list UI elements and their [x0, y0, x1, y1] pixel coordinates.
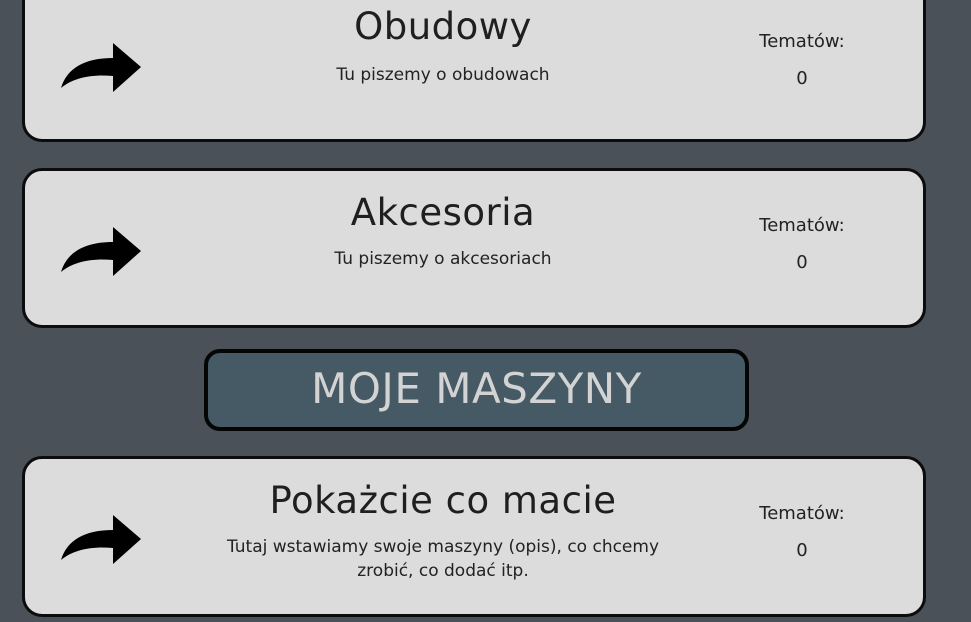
forum-card-akcesoria[interactable]: Akcesoria Tu piszemy o akcesoriach Temat…: [22, 168, 926, 328]
forum-page: Obudowy Tu piszemy o obudowach Tematów: …: [0, 0, 971, 622]
section-header-moje-maszyny: MOJE MASZYNY: [204, 349, 749, 431]
topics-count: 0: [796, 540, 808, 561]
topics-count: 0: [796, 252, 808, 273]
forum-card-pokazcie-co-macie[interactable]: Pokażcie co macie Tutaj wstawiamy swoje …: [22, 456, 926, 617]
topics-label: Tematów:: [759, 215, 845, 236]
forum-card-obudowy[interactable]: Obudowy Tu piszemy o obudowach Tematów: …: [22, 0, 926, 142]
topics-count: 0: [796, 68, 808, 89]
topics-label: Tematów:: [759, 503, 845, 524]
topics-label: Tematów:: [759, 31, 845, 52]
